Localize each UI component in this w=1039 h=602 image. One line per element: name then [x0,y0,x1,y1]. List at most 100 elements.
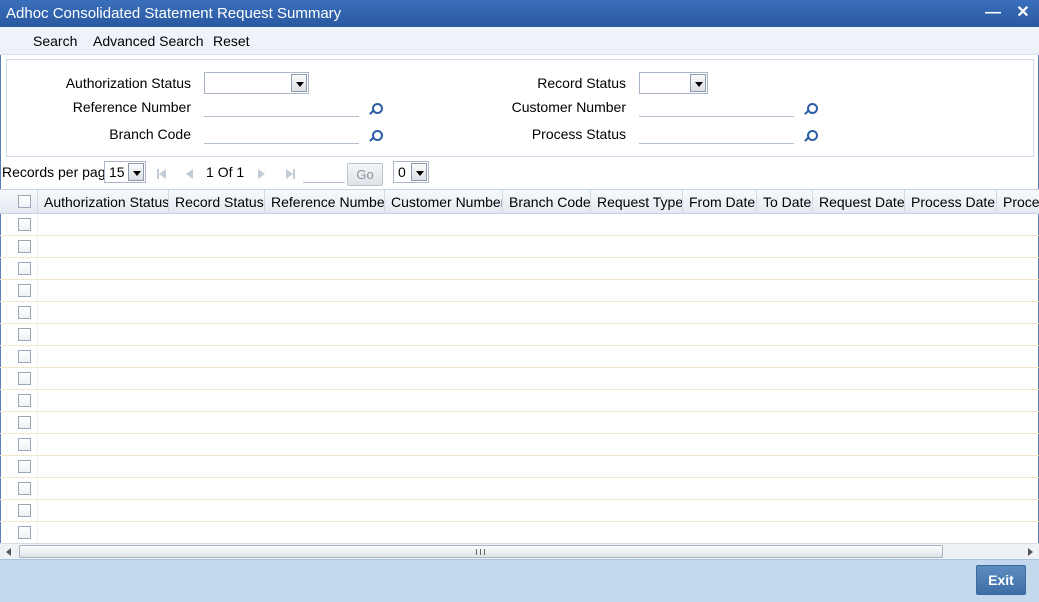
cell-divider [37,500,38,522]
cell-divider [37,302,38,324]
row-checkbox[interactable] [18,372,31,385]
cell-divider [37,214,38,236]
column-header[interactable]: Record Status [168,190,264,214]
go-button[interactable]: Go [347,163,383,186]
row-checkbox[interactable] [18,240,31,253]
chevron-down-icon [411,163,427,181]
close-icon[interactable]: ✕ [1014,4,1032,22]
prev-page-icon[interactable] [183,168,195,180]
next-page-icon[interactable] [255,168,267,180]
window-title: Adhoc Consolidated Statement Request Sum… [6,5,342,22]
page-select-value: 0 [398,164,406,180]
table-row[interactable] [0,478,1039,500]
row-checkbox[interactable] [18,460,31,473]
authorization-status-select[interactable] [204,72,309,94]
cell-divider [37,456,38,478]
reference-number-input[interactable] [204,97,359,117]
cell-divider [37,280,38,302]
row-checkbox[interactable] [18,482,31,495]
table-row[interactable] [0,434,1039,456]
magnifier-icon[interactable] [368,102,383,116]
magnifier-icon[interactable] [368,129,383,143]
reset-button[interactable]: Reset [213,33,250,49]
table-row[interactable] [0,236,1039,258]
scroll-right-icon[interactable] [1024,546,1036,558]
table-row[interactable] [0,258,1039,280]
scrollbar-thumb[interactable] [19,545,943,558]
row-checkbox[interactable] [18,438,31,451]
first-page-icon[interactable] [156,168,168,180]
row-checkbox[interactable] [18,526,31,539]
table-row[interactable] [0,522,1039,543]
search-button[interactable]: Search [33,33,77,49]
cell-divider [37,412,38,434]
process-status-label: Process Status [531,126,626,142]
advanced-search-button[interactable]: Advanced Search [93,33,204,49]
pagination-bar: Records per page 15 1 Of 1 0 [0,160,1039,184]
results-grid: Authorization Status Record Status Refer… [0,189,1039,543]
page-select[interactable]: 0 [393,161,429,183]
cell-divider [37,324,38,346]
records-per-page-label: Records per page [2,164,114,180]
row-checkbox[interactable] [18,350,31,363]
column-header[interactable]: Authorization Status [37,190,168,214]
table-row[interactable] [0,368,1039,390]
customer-number-input[interactable] [639,97,794,117]
column-header[interactable]: Process Date [904,190,996,214]
cell-divider [37,368,38,390]
record-status-label: Record Status [537,75,626,91]
row-checkbox[interactable] [18,504,31,517]
record-status-select[interactable] [639,72,708,94]
table-row[interactable] [0,500,1039,522]
column-header[interactable]: To Date [756,190,812,214]
table-row[interactable] [0,346,1039,368]
column-header[interactable]: Reference Number [264,190,384,214]
table-row[interactable] [0,324,1039,346]
window-titlebar: Adhoc Consolidated Statement Request Sum… [0,0,1039,27]
row-checkbox[interactable] [18,284,31,297]
grip-icon [476,549,485,555]
reference-number-label: Reference Number [72,99,191,115]
column-header[interactable]: Request Date [812,190,904,214]
row-checkbox[interactable] [18,328,31,341]
cell-divider [37,434,38,456]
row-checkbox[interactable] [18,416,31,429]
table-row[interactable] [0,214,1039,236]
column-header[interactable]: Customer Number [384,190,502,214]
column-header[interactable]: Branch Code [502,190,590,214]
cell-divider [37,522,38,543]
table-row[interactable] [0,456,1039,478]
table-row[interactable] [0,302,1039,324]
scroll-left-icon[interactable] [3,546,15,558]
branch-code-input[interactable] [204,124,359,144]
cell-divider [37,236,38,258]
horizontal-scrollbar[interactable] [0,543,1039,559]
row-checkbox[interactable] [18,306,31,319]
row-checkbox[interactable] [18,218,31,231]
chevron-down-icon [291,74,307,92]
last-page-icon[interactable] [283,168,295,180]
total-pages: 1 [236,164,245,180]
row-checkbox[interactable] [18,394,31,407]
table-row[interactable] [0,412,1039,434]
process-status-input[interactable] [639,124,794,144]
grid-header: Authorization Status Record Status Refer… [0,190,1039,214]
exit-button[interactable]: Exit [976,565,1026,595]
row-checkbox[interactable] [18,262,31,275]
column-header[interactable]: Proce [996,190,1039,214]
magnifier-icon[interactable] [803,102,818,116]
chevron-down-icon [690,74,706,92]
column-header[interactable]: Request Type [590,190,682,214]
select-all-checkbox[interactable] [18,195,31,208]
column-header[interactable]: From Date [682,190,756,214]
of-label: Of [217,164,233,180]
table-row[interactable] [0,390,1039,412]
toolbar: Search Advanced Search Reset [0,27,1039,55]
branch-code-label: Branch Code [109,126,191,142]
table-row[interactable] [0,280,1039,302]
magnifier-icon[interactable] [803,129,818,143]
minimize-icon[interactable]: — [984,4,1002,22]
records-per-page-select[interactable]: 15 [104,161,146,183]
goto-page-input[interactable] [303,163,345,183]
page-indicator: 1 Of 1 [206,164,244,180]
